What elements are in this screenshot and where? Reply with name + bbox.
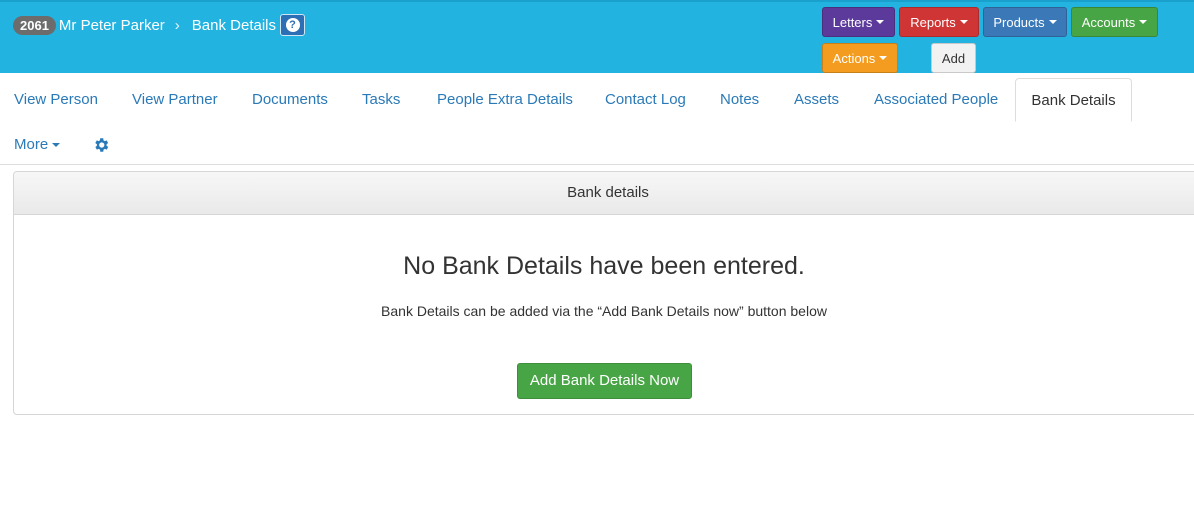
bank-details-panel: Bank details No Bank Details have been e… bbox=[13, 171, 1194, 415]
help-button[interactable]: ? bbox=[280, 14, 305, 36]
tab-people-extra-details[interactable]: People Extra Details bbox=[423, 78, 587, 122]
panel-heading: Bank details bbox=[14, 172, 1194, 215]
reports-dropdown-button[interactable]: Reports bbox=[899, 7, 979, 37]
more-tab-label: More bbox=[14, 136, 49, 153]
products-dropdown-button[interactable]: Products bbox=[983, 7, 1067, 37]
reports-button-label: Reports bbox=[910, 14, 956, 30]
more-tabs-dropdown[interactable]: More bbox=[0, 125, 74, 165]
tab-view-partner[interactable]: View Partner bbox=[118, 78, 232, 122]
help-icon: ? bbox=[285, 18, 300, 32]
add-bank-details-button[interactable]: Add Bank Details Now bbox=[517, 363, 692, 399]
gear-icon[interactable] bbox=[92, 136, 110, 154]
tab-tasks[interactable]: Tasks bbox=[348, 78, 414, 122]
add-button[interactable]: Add bbox=[931, 43, 976, 73]
tab-bank-details[interactable]: Bank Details bbox=[1015, 78, 1132, 122]
breadcrumb-person-link[interactable]: Mr Peter Parker bbox=[59, 17, 165, 34]
caret-down-icon bbox=[1139, 20, 1148, 24]
tab-contact-log[interactable]: Contact Log bbox=[591, 78, 700, 122]
tab-notes[interactable]: Notes bbox=[706, 78, 773, 122]
caret-down-icon bbox=[52, 143, 61, 148]
breadcrumb: 2061 Mr Peter Parker › Bank Details ? bbox=[13, 14, 305, 36]
accounts-button-label: Accounts bbox=[1081, 14, 1136, 30]
empty-state-message: Bank Details can be added via the “Add B… bbox=[381, 303, 827, 319]
products-button-label: Products bbox=[993, 14, 1045, 30]
record-id-badge: 2061 bbox=[13, 15, 56, 35]
breadcrumb-current-page: Bank Details bbox=[191, 16, 276, 34]
actions-dropdown-button[interactable]: Actions bbox=[822, 43, 898, 73]
breadcrumb-separator: › bbox=[174, 16, 180, 34]
caret-down-icon bbox=[959, 20, 968, 24]
letters-button-label: Letters bbox=[832, 14, 873, 30]
caret-down-icon bbox=[879, 56, 888, 60]
tab-assets[interactable]: Assets bbox=[780, 78, 853, 122]
letters-dropdown-button[interactable]: Letters bbox=[822, 7, 895, 37]
caret-down-icon bbox=[1048, 20, 1057, 24]
tab-bar: View Person View Partner Documents Tasks… bbox=[0, 73, 1194, 165]
top-bar: 2061 Mr Peter Parker › Bank Details ? Le… bbox=[0, 0, 1194, 73]
tab-associated-people[interactable]: Associated People bbox=[860, 78, 1012, 122]
tab-documents[interactable]: Documents bbox=[238, 78, 342, 122]
actions-button-label: Actions bbox=[832, 50, 876, 66]
tab-view-person[interactable]: View Person bbox=[0, 78, 112, 122]
empty-state-title: No Bank Details have been entered. bbox=[403, 252, 805, 280]
accounts-dropdown-button[interactable]: Accounts bbox=[1071, 7, 1158, 37]
caret-down-icon bbox=[876, 20, 885, 24]
